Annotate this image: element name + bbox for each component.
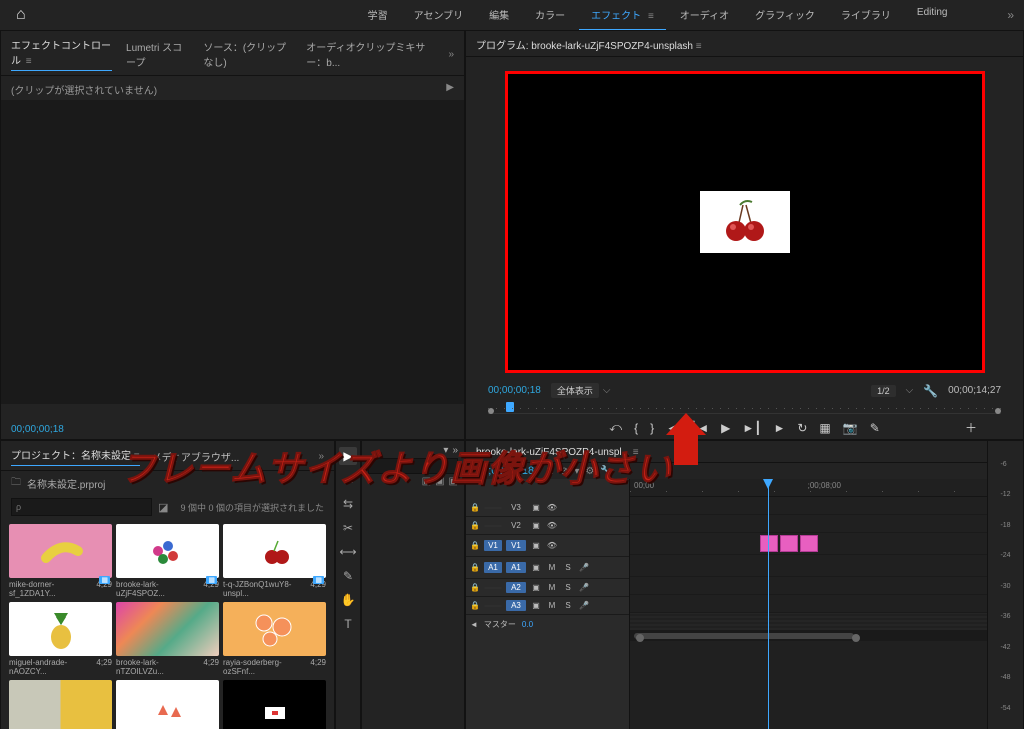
preview-image: [700, 191, 790, 253]
program-current-timecode[interactable]: 00;00;00;18: [488, 385, 541, 396]
thumb-item[interactable]: ▦ mike-dorner-sf_1ZDA1Y...4;29: [9, 524, 112, 598]
zoom-select[interactable]: 1/2: [871, 385, 896, 397]
program-timeline-ruler[interactable]: [488, 402, 1001, 414]
tab-color[interactable]: カラー: [523, 0, 577, 31]
timeline-ruler[interactable]: 00;00 ;00;08;00 ;00;16;: [630, 479, 1023, 497]
clip[interactable]: [760, 535, 778, 552]
pen-tool-icon[interactable]: ✎: [339, 567, 357, 585]
timeline-playhead[interactable]: [768, 479, 769, 729]
track-v1[interactable]: [630, 533, 1023, 555]
play-icon[interactable]: ▶: [721, 421, 730, 435]
thumb-item[interactable]: [9, 680, 112, 729]
track-header-a3[interactable]: 🔒A3▣MS🎤: [466, 597, 629, 615]
track-header-master[interactable]: ◄マスター0.0: [466, 615, 629, 633]
comparison-icon[interactable]: ✎: [870, 421, 880, 435]
clip[interactable]: [780, 535, 798, 552]
program-viewport[interactable]: [505, 71, 985, 373]
program-duration-timecode: 00;00;14;27: [948, 385, 1001, 396]
chevron-down-icon[interactable]: ⌵: [906, 385, 914, 396]
display-mode-select[interactable]: 全体表示: [551, 383, 599, 398]
panel-overflow-icon[interactable]: »: [448, 49, 454, 60]
track-v2[interactable]: [630, 515, 1023, 533]
tab-audio-clip-mixer[interactable]: オーディオクリップミキサー：b...: [306, 39, 434, 69]
effect-controls-panel: エフェクトコントロール ≡ Lumetri スコープ ソース：(クリップなし) …: [0, 30, 465, 440]
mark-in-icon[interactable]: ⤺: [609, 420, 622, 435]
tab-audio[interactable]: オーディオ: [668, 0, 741, 31]
track-header-v3[interactable]: 🔒V3▣👁: [466, 499, 629, 517]
thumb-item[interactable]: [223, 680, 326, 729]
track-a1[interactable]: [630, 555, 1023, 577]
workspace-overflow-icon[interactable]: »: [1007, 8, 1014, 22]
transport-controls: ⤺ { } ◄ ┃◄ ▶ ►┃ ► ↻ ▦ 📷 ✎ ＋: [488, 414, 1001, 437]
project-thumbnails: ▦ mike-dorner-sf_1ZDA1Y...4;29 ▦ brooke-…: [1, 520, 334, 729]
top-menu-bar: ⌂ 学習 アセンブリ 編集 カラー エフェクト ≡ オーディオ グラフィック ラ…: [0, 0, 1024, 30]
tab-effect-controls[interactable]: エフェクトコントロール ≡: [11, 37, 112, 71]
thumb-item[interactable]: ▦ t-q-JZBonQ1wuY8-unspl...4;29: [223, 524, 326, 598]
thumb-item[interactable]: ▦ brooke-lark-uZjF4SPOZ...4;29: [116, 524, 219, 598]
tab-effects[interactable]: エフェクト ≡: [579, 0, 666, 31]
bin-icon: 🗀: [11, 475, 21, 492]
safe-margins-icon[interactable]: ▦: [819, 421, 830, 435]
program-tabs: プログラム: brooke-lark-uZjF4SPOZP4-unsplash …: [466, 31, 1023, 57]
export-frame-icon[interactable]: 📷: [843, 421, 858, 435]
chevron-down-icon[interactable]: ⌵: [603, 385, 611, 396]
loop-icon[interactable]: ↻: [797, 421, 807, 435]
thumb-item[interactable]: brooke-lark-nTZOILVZu...4;29: [116, 602, 219, 676]
track-a2[interactable]: [630, 577, 1023, 595]
tab-graphics[interactable]: グラフィック: [743, 0, 827, 31]
home-icon[interactable]: ⌂: [10, 6, 32, 24]
tab-assembly[interactable]: アセンブリ: [402, 0, 476, 31]
annotation-arrow: [674, 435, 698, 465]
razor-tool-icon[interactable]: ✂: [339, 519, 357, 537]
button-editor-icon[interactable]: ＋: [965, 419, 977, 436]
hand-tool-icon[interactable]: ✋: [339, 591, 357, 609]
effect-controls-body: (クリップが選択されていません) ▶: [1, 76, 464, 420]
step-forward-icon[interactable]: ►┃: [742, 421, 761, 435]
tab-learn[interactable]: 学習: [356, 0, 400, 31]
track-header-v1[interactable]: 🔒V1V1▣👁: [466, 535, 629, 557]
item-count-label: 9 個中 0 個の項目が選択されました: [180, 501, 324, 514]
tab-library[interactable]: ライブラリ: [829, 0, 903, 31]
clip[interactable]: [800, 535, 818, 552]
type-tool-icon[interactable]: T: [339, 615, 357, 633]
filter-bin-icon[interactable]: ◪: [158, 501, 168, 514]
track-header-a2[interactable]: 🔒A2▣MS🎤: [466, 579, 629, 597]
track-a3[interactable]: [630, 595, 1023, 613]
annotation-text: フレームサイズより画像が小さい: [120, 440, 672, 492]
thumb-item[interactable]: rayia-soderberg-ozSFnf...4;29: [223, 602, 326, 676]
program-playhead[interactable]: [506, 402, 514, 412]
track-v3[interactable]: [630, 497, 1023, 515]
tab-edit[interactable]: 編集: [477, 0, 521, 31]
bracket-in-icon[interactable]: {: [634, 421, 638, 435]
track-header-a1[interactable]: 🔒A1A1▣MS🎤: [466, 557, 629, 579]
program-monitor-panel: プログラム: brooke-lark-uZjF4SPOZP4-unsplash …: [465, 30, 1024, 440]
tab-source-none[interactable]: ソース：(クリップなし): [203, 39, 292, 69]
project-filename: 名称未設定.prproj: [27, 476, 105, 491]
thumb-item[interactable]: [116, 680, 219, 729]
track-headers: 🔒V3▣👁 🔒V2▣👁 🔒V1V1▣👁 🔒A1A1▣MS🎤 🔒A2▣MS🎤 🔒A…: [466, 479, 630, 729]
tab-lumetri-scopes[interactable]: Lumetri スコープ: [126, 39, 189, 69]
workspace-tabs: 学習 アセンブリ 編集 カラー エフェクト ≡ オーディオ グラフィック ライブ…: [356, 0, 960, 31]
source-panel-tabs: エフェクトコントロール ≡ Lumetri スコープ ソース：(クリップなし) …: [1, 31, 464, 76]
tab-editing[interactable]: Editing: [905, 0, 960, 31]
toggle-icon[interactable]: ▶: [446, 82, 454, 97]
audio-meters: -6 -12 -18 -24 -30 -36 -42 -48 -54 dB S: [987, 441, 1023, 729]
project-search-input[interactable]: [11, 498, 152, 516]
ripple-tool-icon[interactable]: ⇆: [339, 495, 357, 513]
timeline-h-scrollbar[interactable]: [630, 631, 1023, 641]
track-master[interactable]: [630, 613, 1023, 631]
go-to-out-icon[interactable]: ►: [773, 421, 785, 435]
thumb-item[interactable]: miguel-andrade-nAOZCY...4;29: [9, 602, 112, 676]
timeline-tracks-area[interactable]: 00;00 ;00;08;00 ;00;16;: [630, 479, 1023, 729]
no-clip-message: (クリップが選択されていません): [11, 82, 157, 97]
program-time-row: 00;00;00;18 全体表示 ⌵ 1/2 ⌵ 🔧 00;00;14;27: [488, 383, 1001, 398]
settings-wrench-icon[interactable]: 🔧: [923, 384, 938, 398]
slip-tool-icon[interactable]: ⟷: [339, 543, 357, 561]
track-header-v2[interactable]: 🔒V2▣👁: [466, 517, 629, 535]
tab-program[interactable]: プログラム: brooke-lark-uZjF4SPOZP4-unsplash …: [476, 37, 702, 52]
bracket-out-icon[interactable]: }: [650, 421, 654, 435]
source-timecode[interactable]: 00;00;00;18: [1, 420, 464, 439]
